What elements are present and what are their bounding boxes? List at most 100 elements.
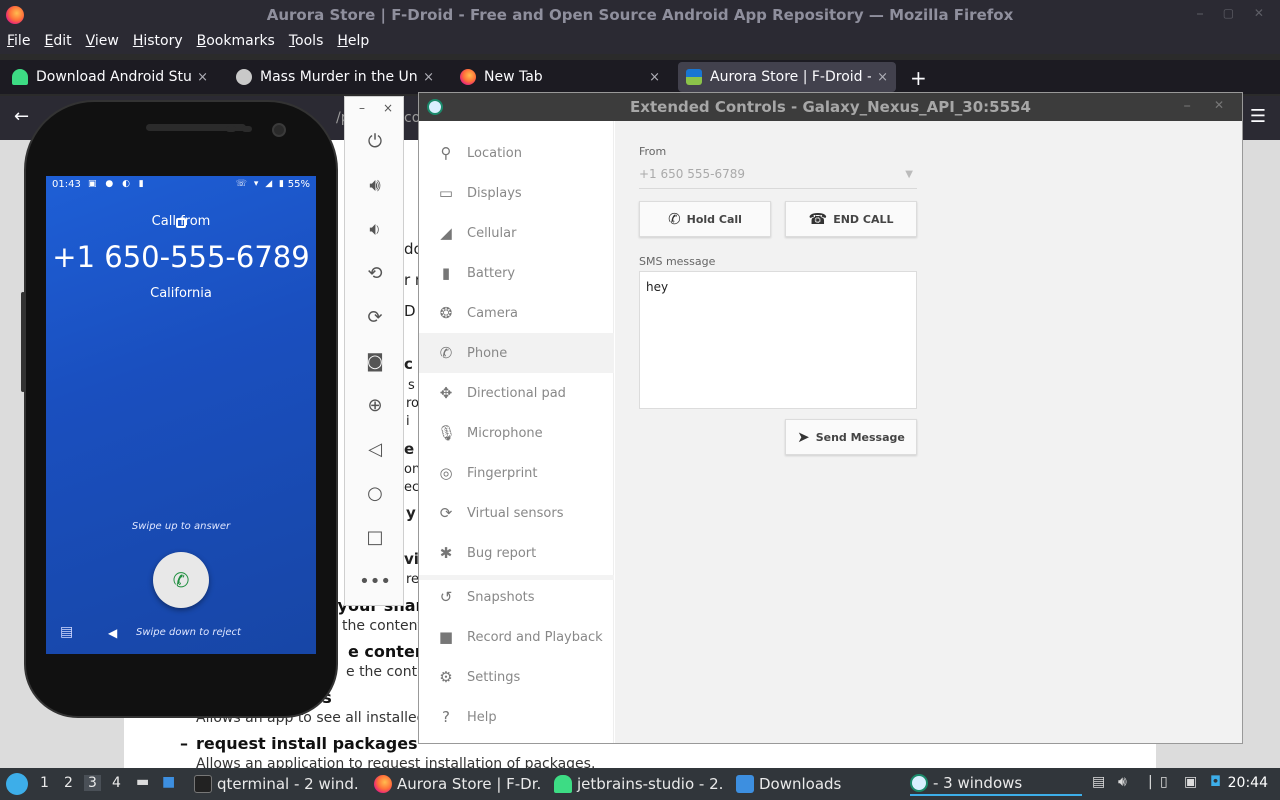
clipboard-icon[interactable]: ▤ — [1092, 774, 1105, 790]
phone-sensor — [242, 126, 252, 132]
nav-back-icon[interactable]: ◀ — [108, 626, 117, 640]
zoom-icon[interactable]: ⊕ — [361, 391, 389, 419]
help-icon: ? — [442, 708, 450, 726]
screenshot-camera-icon[interactable]: ◙ — [361, 347, 389, 375]
dropdown-caret-icon: ▼ — [905, 169, 913, 180]
power-icon[interactable]: ⏻ — [361, 127, 389, 155]
list-bullet: – — [180, 734, 188, 753]
page-text-fragment: i — [406, 414, 410, 429]
desktop-icon[interactable]: ■ — [162, 774, 175, 790]
sidebar-item-help[interactable]: ? Help — [419, 697, 614, 737]
signal-wifi-icon: ☏ ▾ ◢ ▮ — [235, 179, 286, 189]
notes-icon[interactable]: ▯ — [1160, 774, 1168, 790]
menu-history[interactable]: History — [133, 30, 183, 54]
sidebar-item-virtual-sensors[interactable]: ⟳ Virtual sensors — [419, 493, 614, 533]
caller-location: California — [150, 286, 212, 301]
firefox-menubar: File Edit View History Bookmarks Tools H… — [0, 30, 1280, 54]
sidebar-item-phone[interactable]: ✆ Phone — [419, 333, 614, 373]
menu-bookmarks[interactable]: Bookmarks — [197, 30, 275, 54]
task-qterminal[interactable]: qterminal - 2 wind... — [194, 772, 358, 796]
sidebar-item-record-playback[interactable]: ■ Record and Playback — [419, 617, 614, 657]
volume-up-icon[interactable]: 🔊︎ — [361, 171, 389, 199]
volume-down-icon[interactable]: 🔉︎ — [361, 215, 389, 243]
volume-icon[interactable]: 🔊︎ — [1118, 774, 1127, 790]
back-arrow-icon[interactable]: ← — [14, 106, 29, 127]
sidebar-item-settings[interactable]: ⚙ Settings — [419, 657, 614, 697]
tab-new-tab[interactable]: New Tab × — [452, 62, 668, 92]
toolbar-close-button[interactable]: × — [383, 101, 393, 115]
toolbar-minimize-button[interactable]: – — [359, 101, 365, 115]
video-icon: ■ — [438, 628, 454, 646]
sidebar-item-battery[interactable]: ▮ Battery — [419, 253, 614, 293]
tab-close-icon[interactable]: × — [423, 70, 434, 85]
battery-percent: 55% — [287, 179, 310, 190]
phone-side-button[interactable] — [21, 292, 25, 392]
phone-sensor — [226, 126, 236, 132]
display-icon: ▭ — [438, 184, 454, 202]
phone-paused-icon: ✆ — [668, 210, 681, 228]
end-call-button[interactable]: ☎ END CALL — [785, 201, 917, 237]
sms-message-input[interactable]: hey — [639, 271, 917, 409]
desktop-1[interactable]: 1 — [40, 775, 49, 791]
status-time: 01:43 — [52, 179, 81, 190]
sidebar-item-fingerprint[interactable]: ◎ Fingerprint — [419, 453, 614, 493]
phone-icon: ✆ — [439, 344, 453, 362]
new-tab-button[interactable]: + — [910, 66, 927, 90]
network-icon[interactable]: ▣ — [1184, 774, 1197, 790]
window-controls[interactable]: ⎯ ✕ — [1184, 98, 1234, 113]
tab-close-icon[interactable]: × — [197, 70, 208, 85]
task-firefox[interactable]: Aurora Store | F-Dr... — [374, 772, 542, 796]
microphone-icon: 🎙︎ — [437, 424, 457, 442]
tab-close-icon[interactable]: × — [877, 70, 888, 85]
from-label: From — [639, 145, 667, 158]
home-icon[interactable]: ○ — [361, 479, 389, 507]
tab-close-icon[interactable]: × — [649, 70, 660, 85]
task-downloads[interactable]: Downloads — [736, 772, 896, 796]
update-icon[interactable]: ◘ — [1210, 774, 1221, 790]
more-icon[interactable]: ••• — [359, 567, 391, 595]
file-manager-icon[interactable]: ▬ — [136, 774, 149, 790]
tab-android-studio[interactable]: Download Android Studio × — [4, 62, 216, 92]
tab-aurora-store[interactable]: Aurora Store | F-Droid - F × — [678, 62, 896, 92]
send-message-button[interactable]: ➤ Send Message — [785, 419, 917, 455]
menu-file[interactable]: File — [7, 30, 30, 54]
rotate-left-icon[interactable]: ⟲ — [361, 259, 389, 287]
tab-mass-murder[interactable]: Mass Murder in the Unite × — [228, 62, 442, 92]
message-icon[interactable]: ▤ — [60, 624, 73, 640]
answer-call-button[interactable]: ✆ — [153, 552, 209, 608]
sidebar-item-location[interactable]: ⚲ Location — [419, 133, 614, 173]
phone-screen[interactable]: 01:43 ▣ ● ◐ ▮ ☏ ▾ ◢ ▮ 55% Call from +1 6… — [46, 176, 316, 654]
hamburger-menu-icon[interactable]: ☰ — [1250, 106, 1266, 127]
sensors-icon: ⟳ — [439, 504, 453, 522]
location-icon: ⚲ — [440, 144, 452, 162]
task-android-studio[interactable]: jetbrains-studio - 2... — [554, 772, 724, 796]
sidebar-item-bug-report[interactable]: ✱ Bug report — [419, 533, 614, 573]
sidebar-item-snapshots[interactable]: ↺ Snapshots — [419, 577, 614, 617]
emulator-toolbar: – × ⏻ 🔊︎ 🔉︎ ⟲ ⟳ ◙ ⊕ ◁ ○ □ ••• — [344, 96, 404, 606]
sidebar-item-displays[interactable]: ▭ Displays — [419, 173, 614, 213]
desktop-2[interactable]: 2 — [64, 775, 73, 791]
sidebar-item-camera[interactable]: ❂ Camera — [419, 293, 614, 333]
start-menu-icon[interactable] — [6, 773, 28, 795]
firefox-tabbar: Download Android Studio × Mass Murder in… — [0, 60, 1280, 94]
sidebar-item-cellular[interactable]: ◢ Cellular — [419, 213, 614, 253]
from-number-dropdown[interactable]: +1 650 555-6789 ▼ — [639, 167, 917, 189]
task-emulator[interactable]: - 3 windows — [910, 772, 1082, 796]
menu-help[interactable]: Help — [337, 30, 369, 54]
desktop-3[interactable]: 3 — [84, 775, 101, 791]
rotate-right-icon[interactable]: ⟳ — [361, 303, 389, 331]
page-text-fragment: vi — [404, 550, 419, 568]
menu-tools[interactable]: Tools — [289, 30, 324, 54]
permission-title: request install packages — [196, 734, 418, 753]
desktop-4[interactable]: 4 — [112, 775, 121, 791]
back-icon[interactable]: ◁ — [361, 435, 389, 463]
menu-view[interactable]: View — [86, 30, 119, 54]
menu-edit[interactable]: Edit — [44, 30, 71, 54]
window-controls[interactable]: ⎯ ▢ ✕ — [1197, 6, 1272, 21]
hold-call-button[interactable]: ✆ Hold Call — [639, 201, 771, 237]
swipe-down-hint: Swipe down to reject — [136, 627, 241, 638]
phone-status-bar: 01:43 ▣ ● ◐ ▮ ☏ ▾ ◢ ▮ 55% — [46, 176, 316, 194]
sidebar-item-microphone[interactable]: 🎙︎ Microphone — [419, 413, 614, 453]
overview-icon[interactable]: □ — [361, 523, 389, 551]
sidebar-item-directional-pad[interactable]: ✥ Directional pad — [419, 373, 614, 413]
